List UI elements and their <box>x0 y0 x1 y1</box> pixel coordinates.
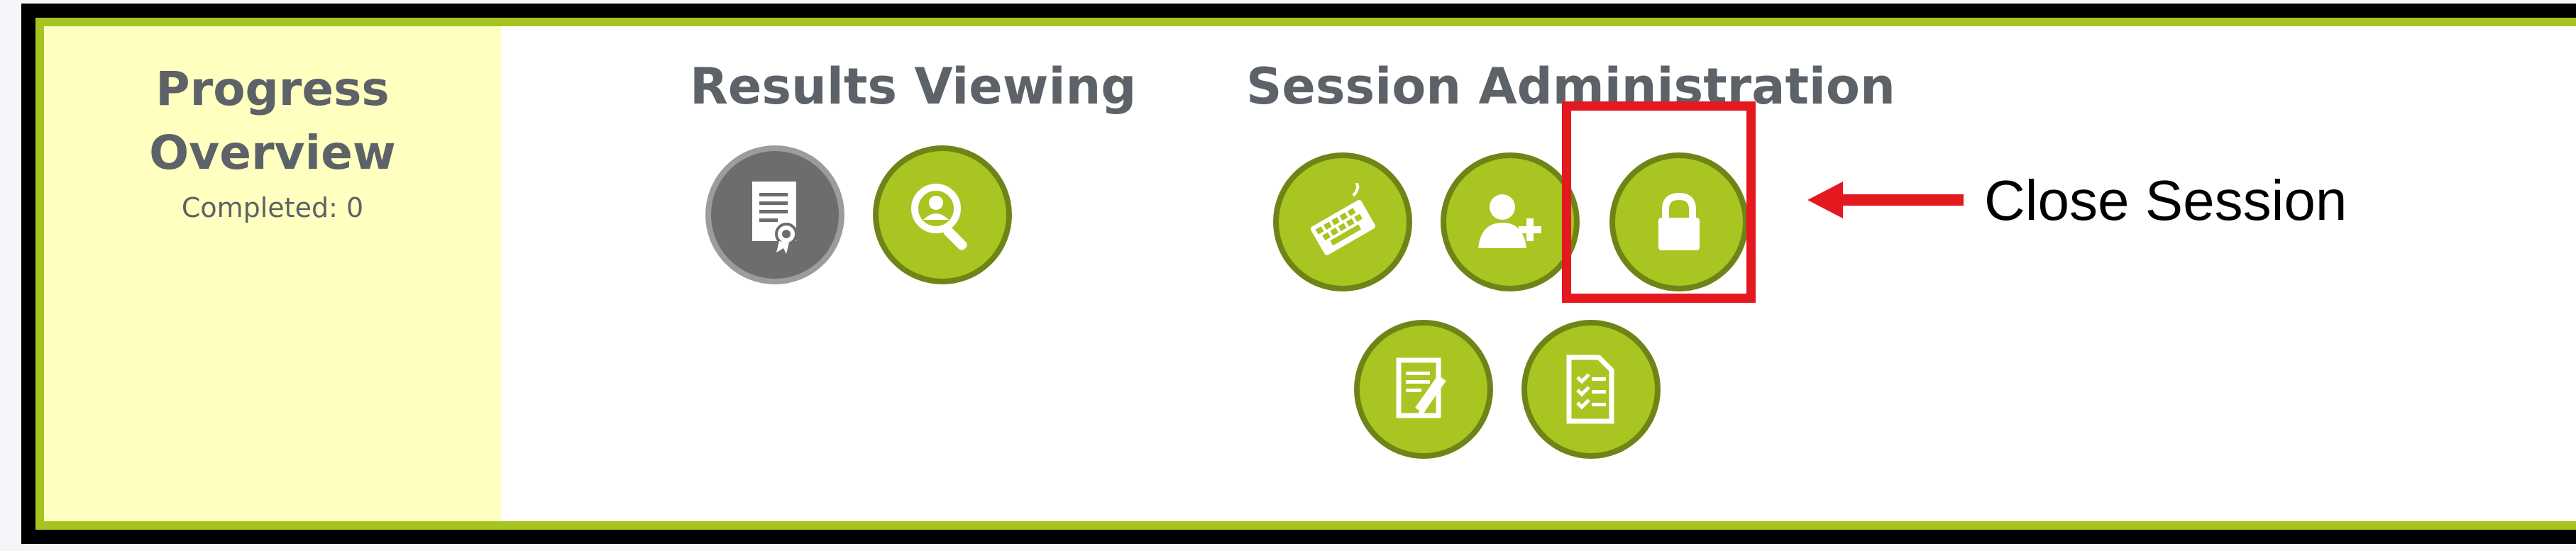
progress-title-line1: Progress <box>155 62 390 116</box>
add-user-icon <box>1478 194 1541 248</box>
close-session-annotation: Close Session <box>1984 169 2347 232</box>
user-search-icon <box>911 184 967 250</box>
dashboard-frame: Progress Overview Completed: 0 Results V… <box>21 4 2576 544</box>
edit-document-button[interactable] <box>1354 320 1493 459</box>
user-search-button[interactable] <box>873 145 1012 284</box>
progress-overview-panel: Progress Overview Completed: 0 <box>44 26 501 521</box>
progress-overview-title: Progress Overview <box>44 57 501 185</box>
annotation-arrow-icon <box>1807 182 1964 218</box>
close-session-highlight-box <box>1562 101 1756 303</box>
certificate-document-button[interactable] <box>705 145 844 284</box>
certificate-document-icon <box>752 182 798 254</box>
keyboard-icon <box>1310 183 1376 255</box>
keyboard-button[interactable] <box>1273 152 1412 291</box>
dashboard-panel: Progress Overview Completed: 0 Results V… <box>35 18 2576 530</box>
edit-document-icon <box>1396 357 1446 418</box>
add-user-button[interactable] <box>1441 152 1580 291</box>
checklist-icon <box>1566 355 1614 424</box>
progress-title-line2: Overview <box>149 126 396 180</box>
checklist-button[interactable] <box>1521 320 1661 459</box>
results-viewing-title: Results Viewing <box>690 57 1137 116</box>
completed-count: Completed: 0 <box>181 192 364 223</box>
